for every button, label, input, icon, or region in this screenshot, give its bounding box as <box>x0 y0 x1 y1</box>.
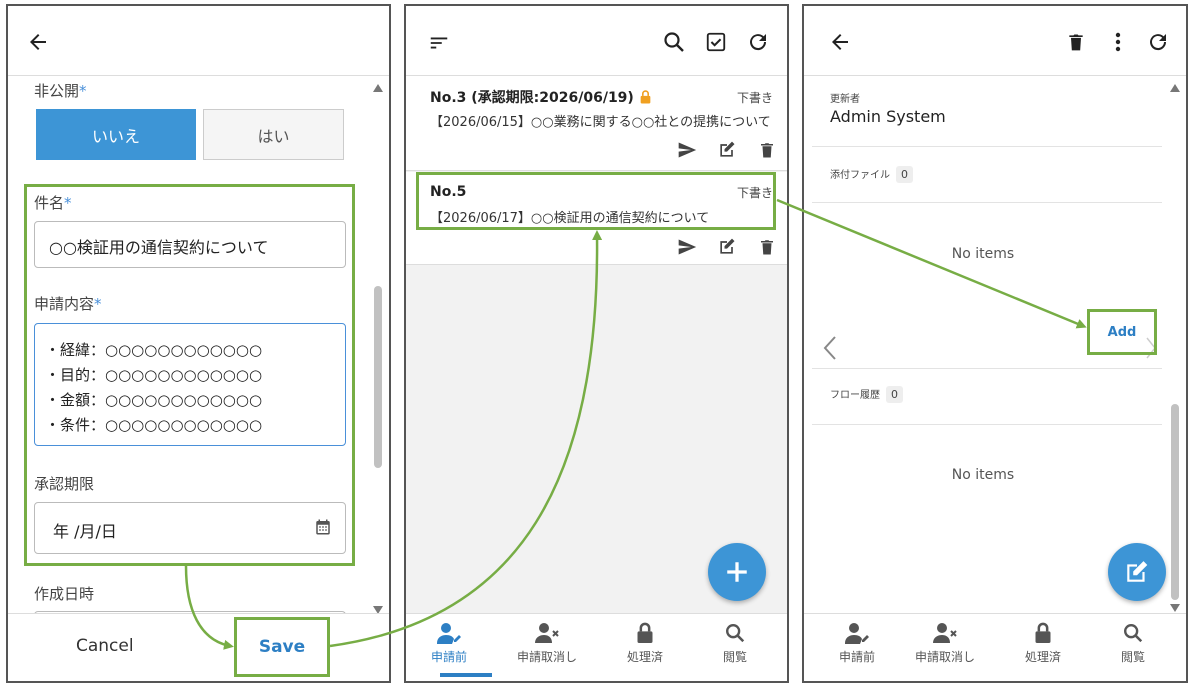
list-header <box>406 6 787 76</box>
list-panel: No.3 (承認期限:2026/06/19) 下書き 【2026/06/15】○… <box>404 4 789 683</box>
search-icon <box>726 624 745 643</box>
search-icon <box>1124 624 1143 643</box>
item-highlight-box <box>416 172 776 230</box>
item-status: 下書き <box>736 91 773 105</box>
refresh-icon[interactable] <box>744 28 772 56</box>
refresh-icon[interactable] <box>1144 28 1172 56</box>
checkbox-icon[interactable] <box>702 28 730 56</box>
private-yes-button[interactable]: はい <box>203 109 344 160</box>
form-footer: Cancel <box>8 613 389 681</box>
search-icon[interactable] <box>660 28 688 56</box>
detail-scrollbar[interactable] <box>1168 78 1182 618</box>
trash-icon[interactable] <box>756 139 778 161</box>
nav-processed[interactable]: 処理済 <box>998 622 1088 665</box>
nav-browse[interactable]: 閲覧 <box>1088 622 1178 665</box>
item-subject: 【2026/06/15】○○業務に関する○○社との提携について <box>430 115 771 130</box>
detail-panel: 更新者 Admin System 添付ファイル 0 No items Add フロ… <box>802 4 1188 683</box>
updater-label: 更新者 <box>830 94 860 105</box>
item-title: No.3 (承認期限:2026/06/19) <box>430 87 652 107</box>
edit-icon[interactable] <box>716 236 738 258</box>
nav-before-apply[interactable]: 申請前 <box>812 622 902 665</box>
edit-icon <box>1127 561 1148 582</box>
send-icon[interactable] <box>676 139 698 161</box>
send-icon[interactable] <box>676 236 698 258</box>
add-fab-button[interactable] <box>708 543 766 601</box>
back-arrow-icon[interactable] <box>24 28 52 56</box>
trash-icon[interactable] <box>1062 28 1090 56</box>
user-edit-icon <box>845 623 869 644</box>
flow-history-label: フロー履歴 0 <box>830 386 903 403</box>
divider <box>812 368 1162 369</box>
form-header <box>8 6 389 76</box>
chevron-left-icon[interactable] <box>820 334 840 362</box>
sort-icon[interactable] <box>426 30 452 56</box>
save-button[interactable]: Save <box>234 617 330 677</box>
nav-processed[interactable]: 処理済 <box>600 622 690 665</box>
divider <box>812 146 1162 147</box>
bottom-nav: 申請前 申請取消し 処理済 閲覧 <box>804 613 1186 681</box>
trash-icon[interactable] <box>756 236 778 258</box>
edit-fab-button[interactable] <box>1108 543 1166 601</box>
updater-value: Admin System <box>830 107 946 126</box>
private-no-button[interactable]: いいえ <box>36 109 196 160</box>
private-label: 非公開* <box>34 82 87 100</box>
nav-cancel-apply[interactable]: 申請取消し <box>502 622 592 665</box>
no-items-text: No items <box>951 467 1015 483</box>
active-tab-indicator <box>440 673 492 677</box>
user-x-icon <box>535 623 559 643</box>
form-scrollbar[interactable] <box>371 78 385 618</box>
attach-label: 添付ファイル 0 <box>830 166 913 183</box>
plus-icon <box>727 562 747 582</box>
lock-icon <box>640 90 651 104</box>
user-x-icon <box>933 623 957 643</box>
form-highlight-box <box>24 184 355 566</box>
edit-form-panel: 非公開* いいえ はい 件名* ○○検証用の通信契約について 申請内容* ・経緯… <box>6 4 391 683</box>
edit-icon[interactable] <box>716 139 738 161</box>
lock-icon <box>1035 622 1051 643</box>
attach-count-badge: 0 <box>896 166 913 183</box>
bottom-nav: 申請前 申請取消し 処理済 閲覧 <box>406 613 787 681</box>
divider <box>812 424 1162 425</box>
more-vert-icon[interactable] <box>1104 28 1132 56</box>
add-button[interactable]: Add <box>1087 309 1157 355</box>
nav-before-apply[interactable]: 申請前 <box>406 622 494 665</box>
flow-count-badge: 0 <box>886 386 903 403</box>
created-label: 作成日時 <box>34 585 95 603</box>
cancel-button[interactable]: Cancel <box>76 636 134 656</box>
detail-header <box>804 6 1186 76</box>
divider <box>812 202 1162 203</box>
lock-icon <box>637 622 653 643</box>
nav-cancel-apply[interactable]: 申請取消し <box>900 622 990 665</box>
list-item[interactable]: No.3 (承認期限:2026/06/19) 下書き 【2026/06/15】○… <box>406 77 787 171</box>
no-items-text: No items <box>951 246 1015 262</box>
back-arrow-icon[interactable] <box>826 28 854 56</box>
nav-browse[interactable]: 閲覧 <box>690 622 780 665</box>
user-edit-icon <box>437 623 461 644</box>
